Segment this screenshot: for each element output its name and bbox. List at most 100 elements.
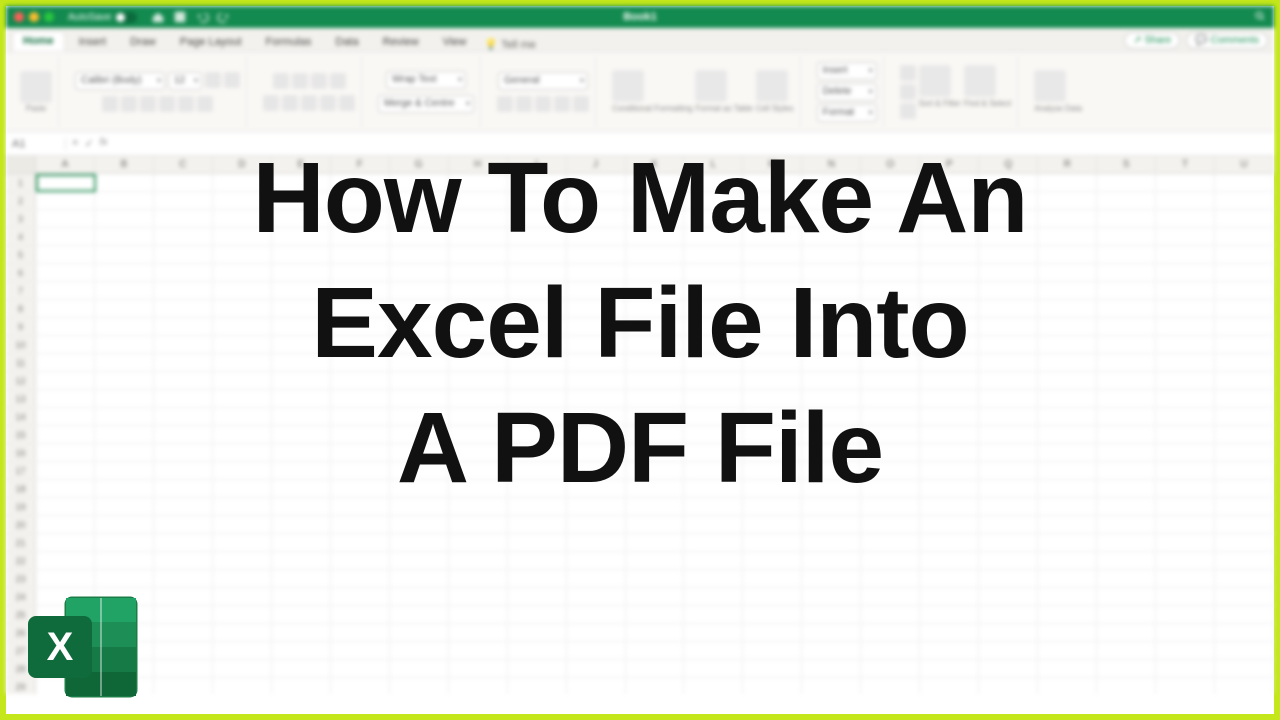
cell[interactable] bbox=[743, 516, 802, 533]
cell[interactable] bbox=[567, 192, 626, 209]
cell[interactable] bbox=[920, 372, 979, 389]
cell[interactable] bbox=[36, 390, 95, 407]
cell[interactable] bbox=[1097, 336, 1156, 353]
cell[interactable] bbox=[213, 534, 272, 551]
cell[interactable] bbox=[272, 282, 331, 299]
cell[interactable] bbox=[1097, 282, 1156, 299]
cell[interactable] bbox=[1215, 372, 1274, 389]
cell[interactable] bbox=[567, 516, 626, 533]
wrap-text-button[interactable]: Wrap Text bbox=[386, 71, 466, 89]
cell[interactable] bbox=[1156, 516, 1215, 533]
cell[interactable] bbox=[449, 534, 508, 551]
delete-button[interactable]: Delete bbox=[817, 83, 877, 101]
cell[interactable] bbox=[1097, 480, 1156, 497]
cell[interactable] bbox=[449, 210, 508, 227]
enter-formula-icon[interactable]: ✓ bbox=[84, 137, 93, 150]
cell[interactable] bbox=[1097, 588, 1156, 605]
cell[interactable] bbox=[1156, 678, 1215, 694]
cell[interactable] bbox=[861, 318, 920, 335]
row-header[interactable]: 23 bbox=[6, 570, 36, 587]
cell-styles-button[interactable]: Cell Styles bbox=[756, 70, 794, 113]
cell[interactable] bbox=[1156, 444, 1215, 461]
cell[interactable] bbox=[154, 588, 213, 605]
col-header[interactable]: G bbox=[390, 156, 449, 173]
cell[interactable] bbox=[1097, 642, 1156, 659]
row-header[interactable]: 13 bbox=[6, 390, 36, 407]
align-right-icon[interactable] bbox=[301, 95, 317, 111]
mac-traffic-lights[interactable] bbox=[14, 12, 54, 22]
cell[interactable] bbox=[508, 588, 567, 605]
cell[interactable] bbox=[743, 408, 802, 425]
cell[interactable] bbox=[272, 174, 331, 191]
cell[interactable] bbox=[979, 228, 1038, 245]
cell[interactable] bbox=[802, 606, 861, 623]
cell[interactable] bbox=[1097, 678, 1156, 694]
cell[interactable] bbox=[684, 660, 743, 677]
cell[interactable] bbox=[861, 588, 920, 605]
cell[interactable] bbox=[626, 570, 685, 587]
cell[interactable] bbox=[1038, 264, 1097, 281]
cell[interactable] bbox=[1215, 408, 1274, 425]
cell[interactable] bbox=[802, 174, 861, 191]
merge-button[interactable]: Merge & Centre bbox=[378, 95, 474, 113]
cell[interactable] bbox=[36, 354, 95, 371]
row-header[interactable]: 16 bbox=[6, 444, 36, 461]
cell[interactable] bbox=[684, 642, 743, 659]
tell-me[interactable]: 💡 Tell me bbox=[484, 38, 536, 51]
cell[interactable] bbox=[1038, 282, 1097, 299]
cell[interactable] bbox=[1097, 300, 1156, 317]
cell[interactable] bbox=[1038, 660, 1097, 677]
increase-decimal-icon[interactable] bbox=[554, 96, 570, 112]
cell[interactable] bbox=[684, 372, 743, 389]
col-header[interactable]: R bbox=[1038, 156, 1097, 173]
row-header[interactable]: 15 bbox=[6, 426, 36, 443]
cell[interactable] bbox=[861, 606, 920, 623]
cell[interactable] bbox=[1097, 246, 1156, 263]
cell[interactable] bbox=[626, 498, 685, 515]
cell[interactable] bbox=[802, 354, 861, 371]
cell[interactable] bbox=[802, 300, 861, 317]
cell[interactable] bbox=[36, 174, 95, 191]
cell[interactable] bbox=[213, 660, 272, 677]
cell[interactable] bbox=[1038, 588, 1097, 605]
cell[interactable] bbox=[508, 678, 567, 694]
cell[interactable] bbox=[1097, 318, 1156, 335]
cell[interactable] bbox=[272, 606, 331, 623]
toggle-icon[interactable] bbox=[115, 12, 137, 23]
col-header[interactable]: B bbox=[95, 156, 154, 173]
cell[interactable] bbox=[861, 498, 920, 515]
cell[interactable] bbox=[95, 426, 154, 443]
cell[interactable] bbox=[979, 408, 1038, 425]
cell[interactable] bbox=[508, 444, 567, 461]
cell[interactable] bbox=[920, 192, 979, 209]
cell[interactable] bbox=[36, 228, 95, 245]
cell[interactable] bbox=[684, 624, 743, 641]
col-header[interactable]: U bbox=[1215, 156, 1274, 173]
cell[interactable] bbox=[449, 678, 508, 694]
cell[interactable] bbox=[213, 588, 272, 605]
cell[interactable] bbox=[95, 624, 154, 641]
cell[interactable] bbox=[979, 390, 1038, 407]
cell[interactable] bbox=[743, 678, 802, 694]
cell[interactable] bbox=[390, 570, 449, 587]
cell[interactable] bbox=[1215, 570, 1274, 587]
cell[interactable] bbox=[743, 426, 802, 443]
cell[interactable] bbox=[272, 408, 331, 425]
cell[interactable] bbox=[1097, 516, 1156, 533]
cell[interactable] bbox=[36, 570, 95, 587]
row-header[interactable]: 27 bbox=[6, 642, 36, 659]
cell[interactable] bbox=[1038, 624, 1097, 641]
cell[interactable] bbox=[920, 174, 979, 191]
cell[interactable] bbox=[36, 372, 95, 389]
cell[interactable] bbox=[154, 318, 213, 335]
cell[interactable] bbox=[920, 228, 979, 245]
cell[interactable] bbox=[36, 264, 95, 281]
cell[interactable] bbox=[508, 282, 567, 299]
italic-icon[interactable] bbox=[121, 96, 137, 112]
format-button[interactable]: Format bbox=[817, 104, 877, 122]
cell[interactable] bbox=[626, 174, 685, 191]
increase-font-icon[interactable] bbox=[205, 72, 221, 88]
cell[interactable] bbox=[1156, 372, 1215, 389]
cell[interactable] bbox=[684, 426, 743, 443]
cell[interactable] bbox=[1215, 642, 1274, 659]
